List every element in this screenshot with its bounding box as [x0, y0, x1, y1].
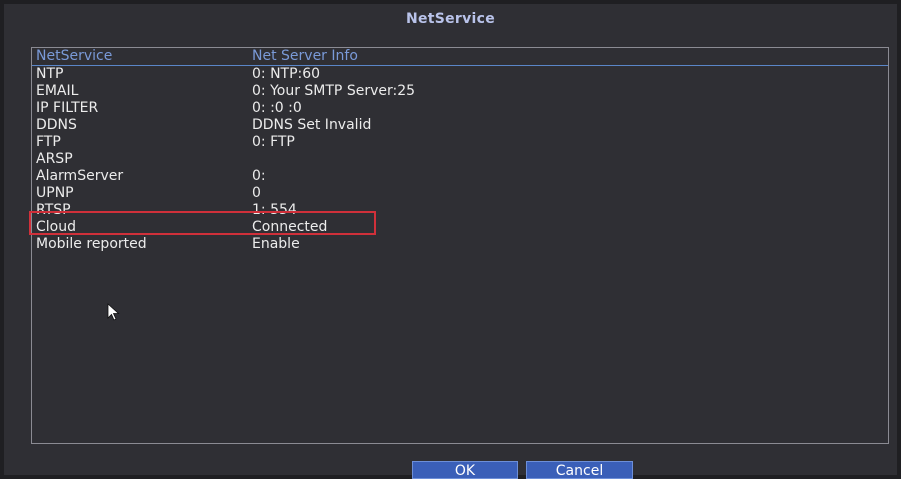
- service-info: DDNS Set Invalid: [252, 117, 372, 133]
- service-info: Enable: [252, 236, 300, 252]
- service-name: EMAIL: [36, 83, 79, 99]
- window-title: NetService: [405, 11, 496, 27]
- list-row-alarmserver[interactable]: AlarmServer 0:: [32, 168, 888, 185]
- service-name: UPNP: [36, 185, 74, 201]
- column-header-netservice: NetService: [36, 48, 113, 64]
- service-info: 0: FTP: [252, 134, 295, 150]
- service-info: 0: Your SMTP Server:25: [252, 83, 416, 99]
- cancel-button[interactable]: Cancel: [526, 461, 633, 479]
- cloud-row-highlight: [29, 211, 376, 235]
- service-info: 0: NTP:60: [252, 66, 321, 82]
- list-row-mobile-reported[interactable]: Mobile reported Enable: [32, 236, 888, 253]
- service-name: Mobile reported: [36, 236, 147, 252]
- service-name: DDNS: [36, 117, 77, 133]
- service-name: NTP: [36, 66, 64, 82]
- service-info: 0:: [252, 168, 266, 184]
- list-header: NetService Net Server Info: [32, 48, 888, 66]
- ok-button[interactable]: OK: [412, 461, 518, 479]
- netservice-list[interactable]: NetService Net Server Info NTP 0: NTP:60…: [31, 47, 889, 444]
- list-row-arsp[interactable]: ARSP: [32, 151, 888, 168]
- service-info: 0: :0 :0: [252, 100, 302, 116]
- service-info: 0: [252, 185, 261, 201]
- service-name: IP FILTER: [36, 100, 99, 116]
- column-header-server-info: Net Server Info: [252, 48, 358, 64]
- list-row-ftp[interactable]: FTP 0: FTP: [32, 134, 888, 151]
- list-row-upnp[interactable]: UPNP 0: [32, 185, 888, 202]
- service-name: ARSP: [36, 151, 73, 167]
- list-row-ip-filter[interactable]: IP FILTER 0: :0 :0: [32, 100, 888, 117]
- list-row-email[interactable]: EMAIL 0: Your SMTP Server:25: [32, 83, 888, 100]
- netservice-window: NetService NetService Net Server Info NT…: [0, 0, 901, 479]
- service-name: AlarmServer: [36, 168, 124, 184]
- list-row-ntp[interactable]: NTP 0: NTP:60: [32, 66, 888, 83]
- mouse-pointer-icon: [107, 303, 121, 321]
- service-name: FTP: [36, 134, 61, 150]
- list-row-ddns[interactable]: DDNS DDNS Set Invalid: [32, 117, 888, 134]
